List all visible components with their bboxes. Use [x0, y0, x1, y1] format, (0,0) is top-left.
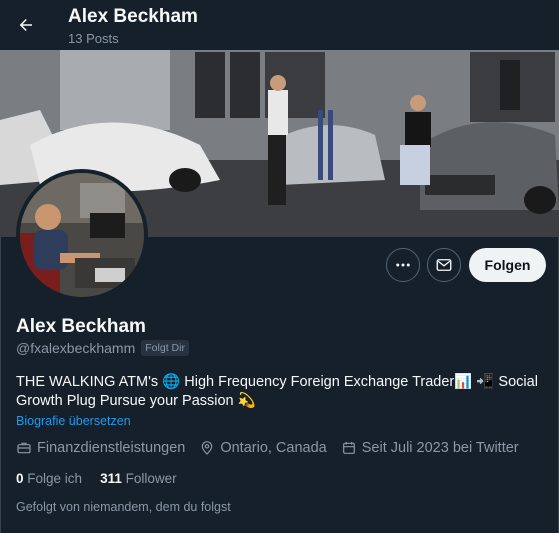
following-link[interactable]: 0 Folge ich [16, 471, 82, 486]
arrow-left-icon [19, 19, 32, 31]
location-pin-icon [202, 441, 213, 455]
briefcase-icon [17, 442, 31, 454]
profile-name: Alex Beckham [16, 316, 146, 337]
envelope-icon [436, 259, 452, 271]
topbar-post-count: 13 Posts [68, 31, 119, 46]
following-count: 0 [16, 471, 24, 486]
followed-by-text: Gefolgt von niemandem, dem du folgst [16, 500, 231, 514]
back-button[interactable] [10, 9, 42, 41]
location-item: Ontario, Canada [199, 440, 327, 456]
more-dots-icon [396, 263, 410, 267]
calendar-icon [342, 442, 355, 454]
followers-label: Follower [125, 471, 177, 486]
avatar-picture [20, 173, 144, 297]
profile-handle: @fxalexbeckhamm [16, 340, 136, 356]
followers-count: 311 [100, 471, 122, 486]
topbar-title: Alex Beckham [68, 6, 198, 27]
joined-text: Seit Juli 2023 bei Twitter [361, 440, 519, 456]
avatar-image [20, 173, 144, 297]
followers-link[interactable]: 311 Follower [100, 471, 177, 486]
follow-button[interactable]: Folgen [469, 248, 546, 282]
more-options-button[interactable] [386, 248, 420, 282]
message-button[interactable] [427, 248, 461, 282]
category-text: Finanzdienstleistungen [37, 440, 186, 456]
handle-row: @fxalexbeckhamm Folgt Dir [16, 340, 189, 356]
avatar[interactable] [16, 169, 148, 301]
location-text: Ontario, Canada [220, 440, 327, 456]
profile-topbar: Alex Beckham 13 Posts [0, 0, 559, 50]
profile-bio: THE WALKING ATM's 🌐 High Frequency Forei… [16, 374, 538, 409]
translate-bio-link[interactable]: Biografie übersetzen [16, 414, 131, 428]
joined-item: Seit Juli 2023 bei Twitter [341, 440, 519, 456]
follows-you-badge: Folgt Dir [141, 340, 189, 356]
follow-counts: 0 Folge ich 311 Follower [16, 471, 177, 486]
following-label: Folge ich [27, 471, 83, 486]
profile-meta: Finanzdienstleistungen Ontario, Canada S… [16, 440, 519, 456]
category-item: Finanzdienstleistungen [16, 440, 185, 456]
